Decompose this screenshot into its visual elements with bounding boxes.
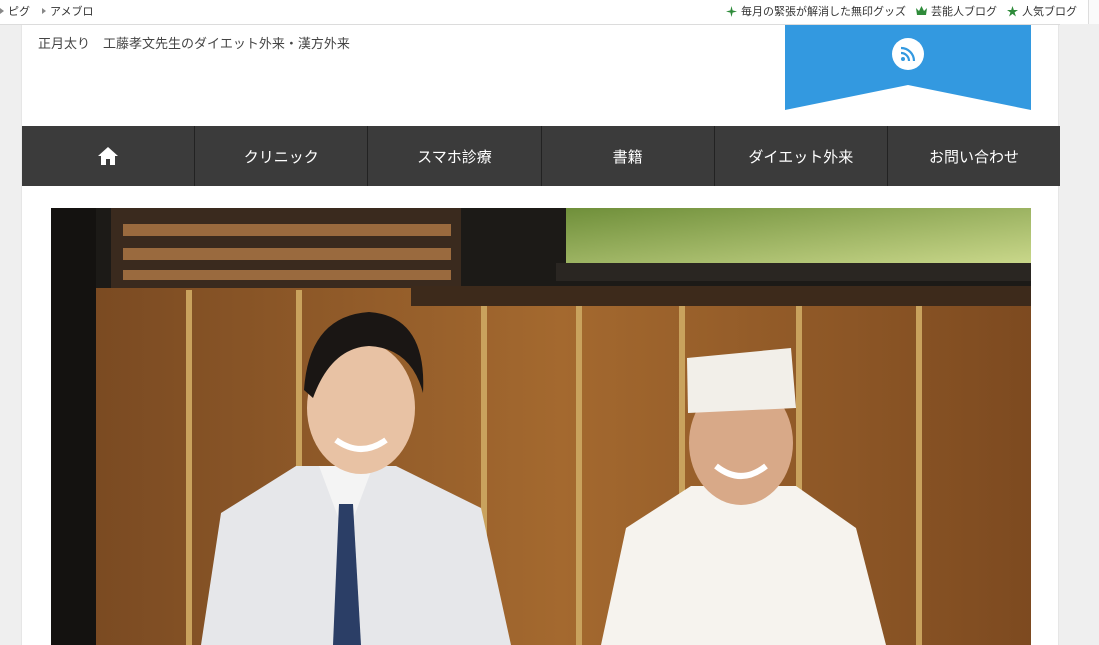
caret-right-icon <box>42 8 46 14</box>
pigg-link[interactable]: ピグ <box>0 3 30 19</box>
blog-subtitle: 正月太り 工藤孝文先生のダイエット外来・漢方外来 <box>38 37 350 52</box>
page-side-margin <box>1060 24 1099 645</box>
nav-smartphone-consult[interactable]: スマホ診療 <box>368 126 542 186</box>
rss-glyph <box>900 46 916 62</box>
rss-ribbon[interactable] <box>785 25 1031 110</box>
nav-books[interactable]: 書籍 <box>542 126 715 186</box>
hero-photo <box>51 208 1031 645</box>
popular-blog-link[interactable]: 人気ブログ <box>1007 3 1077 19</box>
rss-icon[interactable] <box>892 38 924 70</box>
header-corner-tab[interactable] <box>1088 0 1099 24</box>
muji-goods-link[interactable]: 毎月の緊張が解消した無印グッズ <box>726 3 906 19</box>
nav-contact[interactable]: お問い合わせ <box>888 126 1060 186</box>
ameba-header-bar: ピグ アメブロ 毎月の緊張が解消した無印グッズ 芸能人ブログ 人気ブログ <box>0 0 1099 25</box>
blog-page: 正月太り 工藤孝文先生のダイエット外来・漢方外来 クリニック スマホ診療 書籍 … <box>21 25 1060 645</box>
nav-diet-clinic[interactable]: ダイエット外来 <box>715 126 888 186</box>
celebrity-blog-link[interactable]: 芸能人ブログ <box>916 3 997 19</box>
caret-right-icon <box>0 8 4 14</box>
home-icon <box>98 147 119 165</box>
crown-icon <box>916 6 927 15</box>
sparkle-icon <box>726 5 737 17</box>
header-right-links: 毎月の緊張が解消した無印グッズ 芸能人ブログ 人気ブログ <box>726 3 1077 19</box>
nav-home[interactable] <box>22 126 196 186</box>
header-left-links: ピグ アメブロ <box>0 3 93 19</box>
ameblo-link[interactable]: アメブロ <box>42 3 93 19</box>
nav-clinic[interactable]: クリニック <box>195 126 369 186</box>
star-icon <box>1007 5 1018 16</box>
hero-photo-illustration <box>51 208 1031 645</box>
global-nav: クリニック スマホ診療 書籍 ダイエット外来 お問い合わせ <box>22 126 1060 186</box>
